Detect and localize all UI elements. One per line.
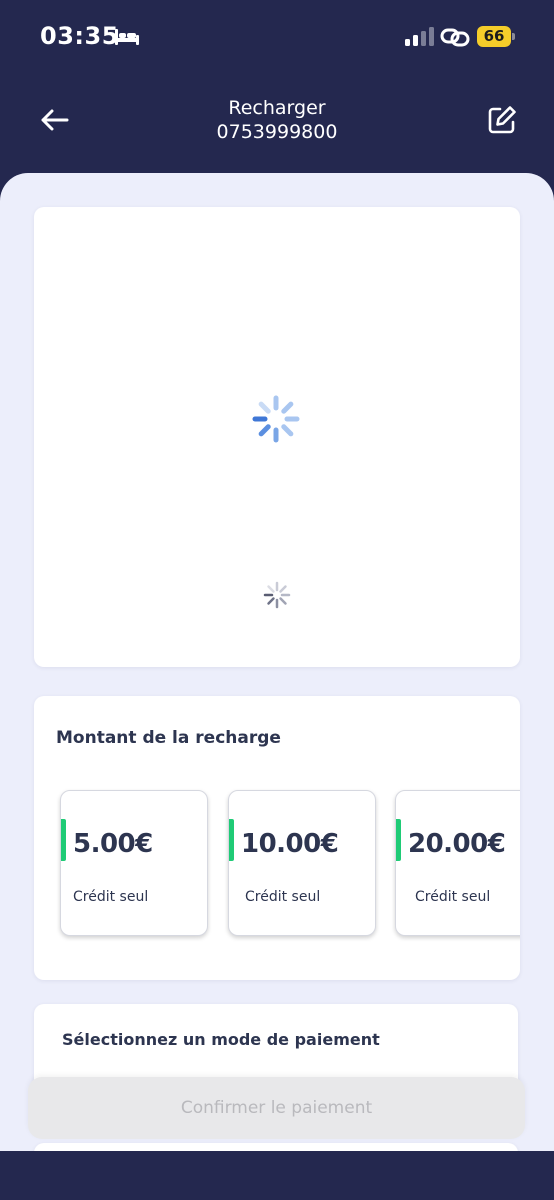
amount-value: 20.00€ xyxy=(408,829,506,859)
amount-section-title: Montant de la recharge xyxy=(56,728,281,748)
loading-spinner-icon xyxy=(252,395,300,443)
amount-value: 10.00€ xyxy=(241,829,339,859)
amount-label: Crédit seul xyxy=(73,889,149,905)
amount-option-20[interactable]: 20.00€ Crédit seul xyxy=(395,790,520,936)
status-bar: 03:35 66 xyxy=(0,0,554,70)
amount-accent-bar xyxy=(61,819,66,861)
content-panel: Montant de la recharge 5.00€ Crédit seul… xyxy=(0,173,554,1151)
phone-number: 0753999800 xyxy=(216,121,338,143)
battery-icon: 66 xyxy=(477,26,515,47)
confirm-payment-button[interactable]: Confirmer le paiement xyxy=(28,1077,525,1139)
link-icon xyxy=(440,26,470,52)
edit-icon xyxy=(488,106,516,134)
payment-option-card[interactable] xyxy=(34,1143,518,1151)
signal-icon xyxy=(404,27,434,51)
status-time: 03:35 xyxy=(40,22,119,50)
app-header: Recharger 0753999800 xyxy=(0,70,554,175)
edit-button[interactable] xyxy=(484,102,520,138)
amount-option-10[interactable]: 10.00€ Crédit seul xyxy=(228,790,376,936)
amount-label: Crédit seul xyxy=(245,889,321,905)
amount-accent-bar xyxy=(229,819,234,861)
battery-cap xyxy=(512,33,515,40)
amount-accent-bar xyxy=(396,819,401,861)
battery-level: 66 xyxy=(477,26,511,47)
secondary-spinner-icon xyxy=(263,581,291,609)
loading-card xyxy=(34,207,520,667)
amount-value: 5.00€ xyxy=(73,829,153,859)
amount-label: Crédit seul xyxy=(415,889,491,905)
page-title: Recharger xyxy=(228,97,326,119)
payment-section-title: Sélectionnez un mode de paiement xyxy=(62,1030,380,1049)
bottom-bar xyxy=(0,1151,554,1200)
amount-card: Montant de la recharge 5.00€ Crédit seul… xyxy=(34,696,520,980)
bed-icon xyxy=(114,27,140,51)
amount-option-5[interactable]: 5.00€ Crédit seul xyxy=(60,790,208,936)
